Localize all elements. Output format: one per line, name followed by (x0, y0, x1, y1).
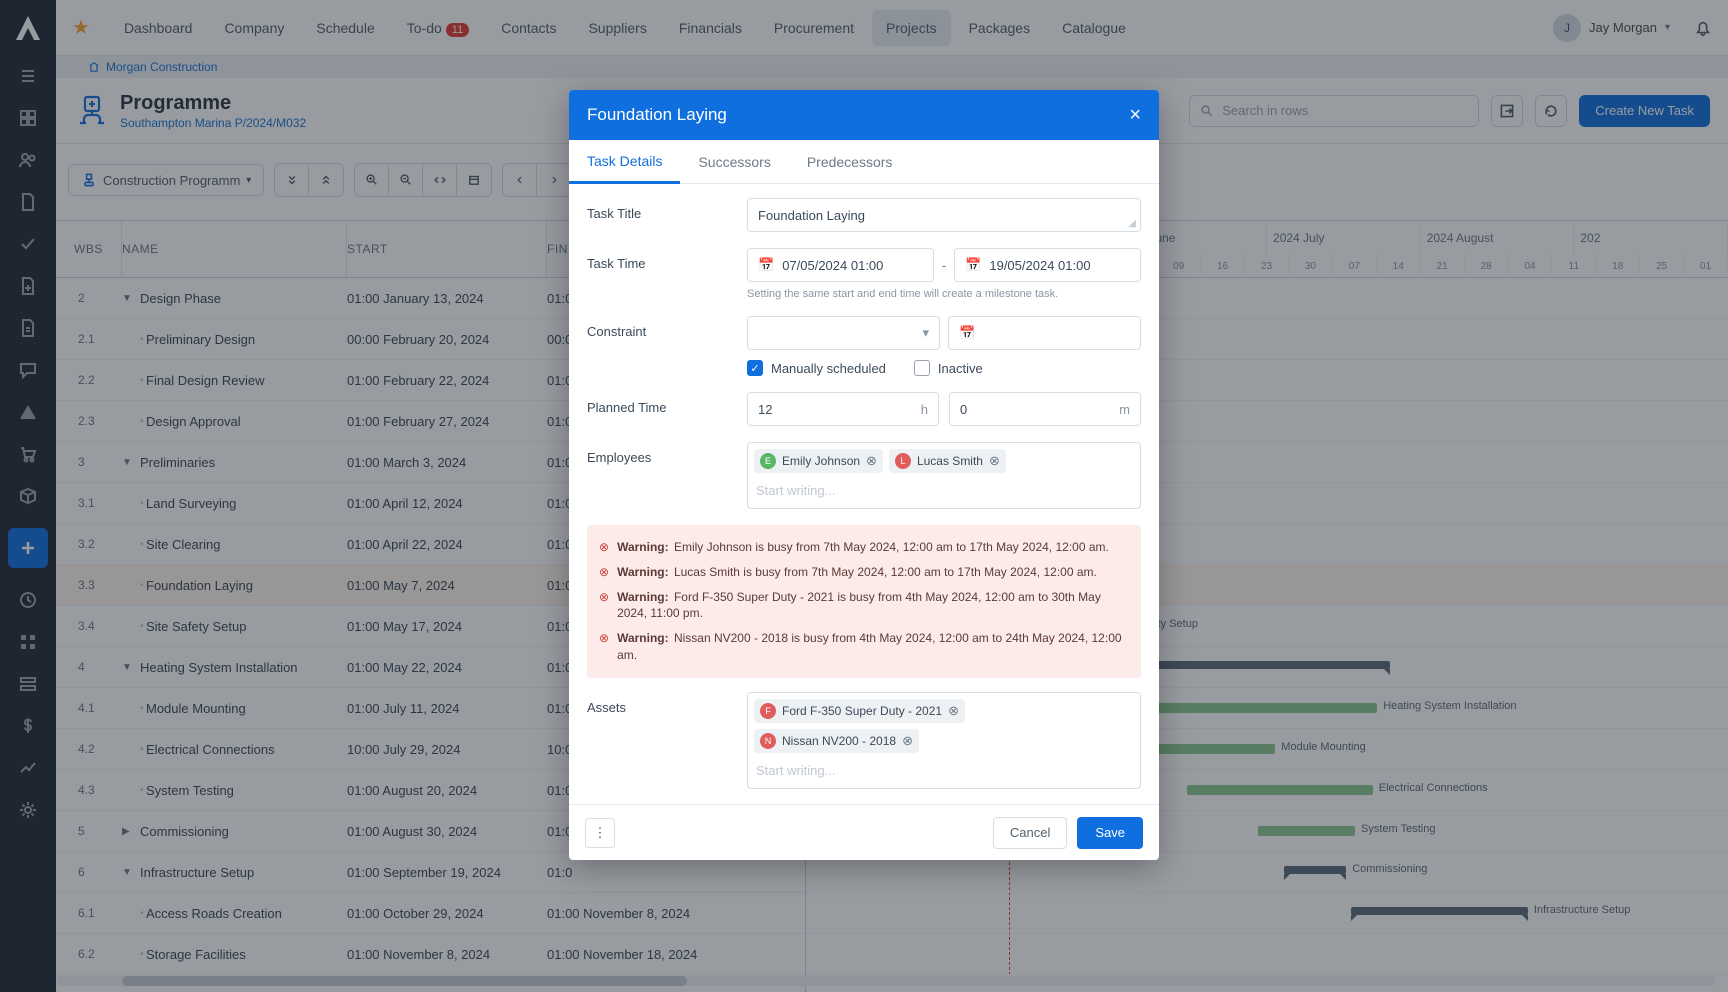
modal-tabs: Task DetailsSuccessorsPredecessors (569, 140, 1159, 184)
tag-avatar: F (760, 703, 776, 719)
remove-tag-button[interactable]: ⊗ (989, 453, 1000, 469)
modal-tab-successors[interactable]: Successors (680, 140, 788, 183)
remove-tag-button[interactable]: ⊗ (866, 453, 877, 469)
assets-label: Assets (587, 692, 747, 789)
task-time-label: Task Time (587, 248, 747, 300)
tag-avatar: N (760, 733, 776, 749)
planned-time-label: Planned Time (587, 392, 747, 426)
inactive-checkbox[interactable]: Inactive (914, 360, 983, 376)
calendar-icon: 📅 (758, 257, 774, 273)
task-title-label: Task Title (587, 198, 747, 232)
warning-line: ⊗Warning: Nissan NV200 - 2018 is busy fr… (599, 626, 1129, 668)
warnings-panel: ⊗Warning: Emily Johnson is busy from 7th… (587, 525, 1141, 678)
warning-line: ⊗Warning: Emily Johnson is busy from 7th… (599, 535, 1129, 560)
manually-scheduled-checkbox[interactable]: ✓Manually scheduled (747, 360, 886, 376)
calendar-icon: 📅 (965, 257, 981, 273)
chevron-down-icon: ▾ (922, 325, 929, 341)
modal-overlay: Foundation Laying × Task DetailsSuccesso… (0, 0, 1728, 992)
start-date-input[interactable]: 📅 07/05/2024 01:00 (747, 248, 934, 282)
time-hint: Setting the same start and end time will… (747, 288, 1141, 300)
tag-chip: NNissan NV200 - 2018⊗ (754, 729, 919, 753)
employees-label: Employees (587, 442, 747, 509)
assets-tag-input[interactable]: FFord F-350 Super Duty - 2021⊗ NNissan NV… (747, 692, 1141, 789)
constraint-type-select[interactable]: ▾ (747, 316, 940, 350)
modal-tab-predecessors[interactable]: Predecessors (789, 140, 911, 183)
constraint-label: Constraint (587, 316, 747, 376)
task-title-input[interactable]: Foundation Laying ◢ (747, 198, 1141, 232)
error-icon: ⊗ (599, 630, 609, 664)
modal-tab-task-details[interactable]: Task Details (569, 140, 680, 184)
planned-hours-input[interactable]: 12h (747, 392, 939, 426)
resize-handle-icon: ◢ (1128, 218, 1136, 229)
more-actions-button[interactable]: ⋮ (585, 818, 615, 848)
planned-minutes-input[interactable]: 0m (949, 392, 1141, 426)
modal-footer: ⋮ Cancel Save (569, 804, 1159, 860)
tag-avatar: L (895, 453, 911, 469)
tag-chip: EEmily Johnson⊗ (754, 449, 883, 473)
error-icon: ⊗ (599, 539, 609, 556)
tag-chip: LLucas Smith⊗ (889, 449, 1006, 473)
tag-chip: FFord F-350 Super Duty - 2021⊗ (754, 699, 965, 723)
error-icon: ⊗ (599, 564, 609, 581)
tag-input-placeholder[interactable]: Start writing... (754, 479, 1134, 502)
task-edit-modal: Foundation Laying × Task DetailsSuccesso… (569, 90, 1159, 860)
tag-input-placeholder[interactable]: Start writing... (754, 759, 1134, 782)
modal-body: Task Title Foundation Laying ◢ Task Time… (569, 184, 1159, 804)
employees-tag-input[interactable]: EEmily Johnson⊗LLucas Smith⊗ Start writin… (747, 442, 1141, 509)
save-button[interactable]: Save (1077, 817, 1143, 849)
cancel-button[interactable]: Cancel (993, 817, 1067, 849)
tag-avatar: E (760, 453, 776, 469)
calendar-icon: 📅 (959, 325, 975, 341)
error-icon: ⊗ (599, 589, 609, 623)
modal-header: Foundation Laying × (569, 90, 1159, 140)
remove-tag-button[interactable]: ⊗ (902, 733, 913, 749)
remove-tag-button[interactable]: ⊗ (948, 703, 959, 719)
warning-line: ⊗Warning: Lucas Smith is busy from 7th M… (599, 560, 1129, 585)
warning-line: ⊗Warning: Ford F-350 Super Duty - 2021 i… (599, 585, 1129, 627)
constraint-date-input[interactable]: 📅 (948, 316, 1141, 350)
end-date-input[interactable]: 📅 19/05/2024 01:00 (954, 248, 1141, 282)
close-button[interactable]: × (1129, 104, 1141, 127)
modal-title: Foundation Laying (587, 105, 727, 125)
